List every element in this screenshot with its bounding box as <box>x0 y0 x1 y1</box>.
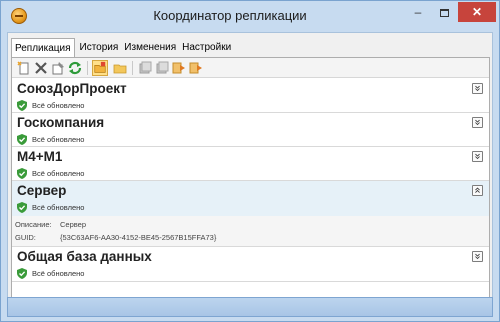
tab-settings[interactable]: Настройки <box>179 38 234 58</box>
status-text: Всё обновлено <box>32 134 85 144</box>
shield-check-icon <box>17 267 27 279</box>
shield-check-icon <box>17 167 27 179</box>
send-icon[interactable] <box>171 60 187 76</box>
item-name: СоюзДорПроект <box>17 81 127 96</box>
list-item-soyuzdorproekt[interactable]: СоюзДорПроект Всё обновлено <box>12 79 489 113</box>
description-line: Описание: Сервер <box>15 220 86 229</box>
export-icon[interactable] <box>137 60 153 76</box>
item-name: Общая база данных <box>17 249 152 264</box>
status-text: Всё обновлено <box>32 268 85 278</box>
replication-panel: СоюзДорПроект Всё обновлено Госкомпания … <box>11 57 490 312</box>
window-title: Координатор репликации <box>153 8 307 23</box>
status-row: Всё обновлено <box>17 167 84 179</box>
status-bar <box>7 297 493 317</box>
app-logo-icon <box>11 8 27 24</box>
receive-icon[interactable] <box>188 60 204 76</box>
properties-icon[interactable] <box>50 60 66 76</box>
replication-list: СоюзДорПроект Всё обновлено Госкомпания … <box>12 79 489 311</box>
expand-button[interactable] <box>472 151 483 162</box>
expand-button[interactable] <box>472 117 483 128</box>
status-text: Всё обновлено <box>32 100 85 110</box>
description-label: Описание: <box>15 220 52 229</box>
import-icon[interactable] <box>154 60 170 76</box>
title-bar[interactable]: Координатор репликации – ✕ <box>1 1 499 31</box>
maximize-icon <box>439 8 449 17</box>
status-row: Всё обновлено <box>17 201 84 213</box>
list-item-m4-m1[interactable]: М4+М1 Всё обновлено <box>12 147 489 181</box>
sync-folder-icon[interactable] <box>92 60 108 76</box>
folder-icon[interactable] <box>112 60 128 76</box>
tab-changes[interactable]: Изменения <box>121 38 179 58</box>
app-window: Координатор репликации – ✕ Репликация Ис… <box>0 0 500 322</box>
guid-label: GUID: <box>15 233 36 242</box>
list-item-common-database[interactable]: Общая база данных Всё обновлено <box>12 247 489 282</box>
refresh-icon[interactable] <box>67 60 83 76</box>
guid-value: {53C63AF6-AA30-4152-BE45-2567B15FFA73} <box>60 233 217 242</box>
guid-line: GUID: {53C63AF6-AA30-4152-BE45-2567B15FF… <box>15 233 216 242</box>
tab-replication[interactable]: Репликация <box>11 38 75 58</box>
item-name: Госкомпания <box>17 115 105 130</box>
tab-strip: Репликация История Изменения Настройки <box>11 38 234 58</box>
description-value: Сервер <box>60 220 87 229</box>
status-row: Всё обновлено <box>17 133 84 145</box>
toolbar-separator <box>132 61 133 75</box>
item-name: Сервер <box>17 183 67 198</box>
list-item-server[interactable]: Сервер Всё обновлено <box>12 181 489 216</box>
client-area: Репликация История Изменения Настройки С… <box>7 32 493 315</box>
status-row: Всё обновлено <box>17 267 84 279</box>
shield-check-icon <box>17 99 27 111</box>
expand-button[interactable] <box>472 251 483 262</box>
list-item-goskompaniya[interactable]: Госкомпания Всё обновлено <box>12 113 489 147</box>
status-text: Всё обновлено <box>32 168 85 178</box>
item-name: М4+М1 <box>17 149 63 164</box>
delete-icon[interactable] <box>33 60 49 76</box>
new-icon[interactable] <box>16 60 32 76</box>
close-button[interactable]: ✕ <box>458 2 496 22</box>
shield-check-icon <box>17 201 27 213</box>
status-text: Всё обновлено <box>32 202 85 212</box>
minimize-button[interactable]: – <box>405 2 431 22</box>
server-details: Описание: Сервер GUID: {53C63AF6-AA30-41… <box>12 216 489 247</box>
toolbar <box>12 58 489 78</box>
shield-check-icon <box>17 133 27 145</box>
toolbar-separator <box>87 61 88 75</box>
maximize-button[interactable] <box>431 2 457 22</box>
expand-button[interactable] <box>472 83 483 94</box>
collapse-button[interactable] <box>472 185 483 196</box>
status-row: Всё обновлено <box>17 99 84 111</box>
tab-history[interactable]: История <box>77 38 122 58</box>
